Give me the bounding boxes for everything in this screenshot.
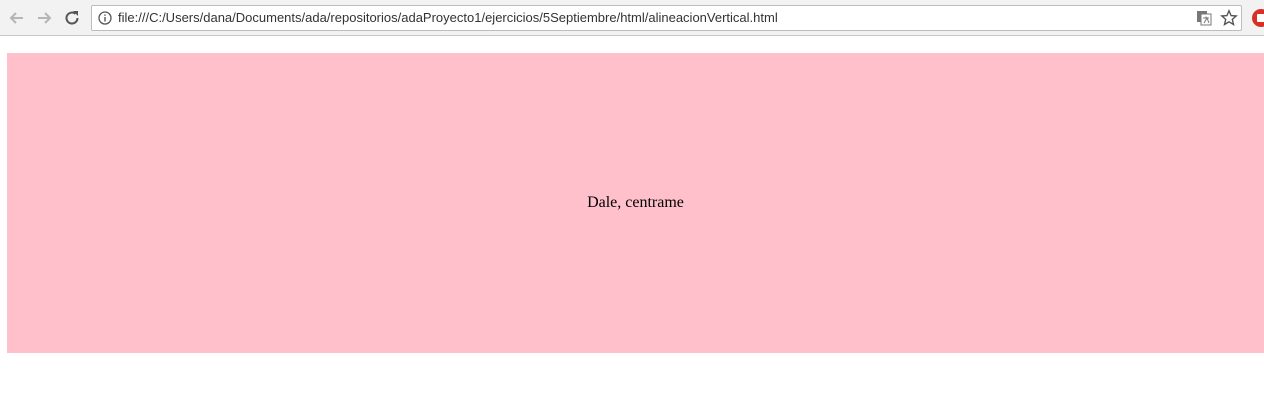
arrow-left-icon	[9, 12, 23, 24]
info-icon[interactable]	[98, 11, 112, 25]
extension-icon[interactable]	[1252, 9, 1264, 27]
reload-button[interactable]	[60, 6, 84, 30]
translate-icon[interactable]	[1196, 10, 1212, 26]
centered-box: Dale, centrame	[7, 53, 1264, 353]
star-icon[interactable]	[1220, 9, 1238, 27]
address-bar[interactable]: file:///C:/Users/dana/Documents/ada/repo…	[91, 5, 1242, 31]
url-text[interactable]: file:///C:/Users/dana/Documents/ada/repo…	[118, 6, 778, 30]
arrow-right-icon	[38, 12, 52, 24]
page-content: Dale, centrame	[0, 37, 1264, 416]
browser-toolbar: file:///C:/Users/dana/Documents/ada/repo…	[0, 0, 1264, 36]
box-text: Dale, centrame	[587, 194, 684, 211]
reload-icon	[65, 11, 79, 25]
forward-button[interactable]	[32, 6, 56, 30]
back-button[interactable]	[5, 6, 29, 30]
